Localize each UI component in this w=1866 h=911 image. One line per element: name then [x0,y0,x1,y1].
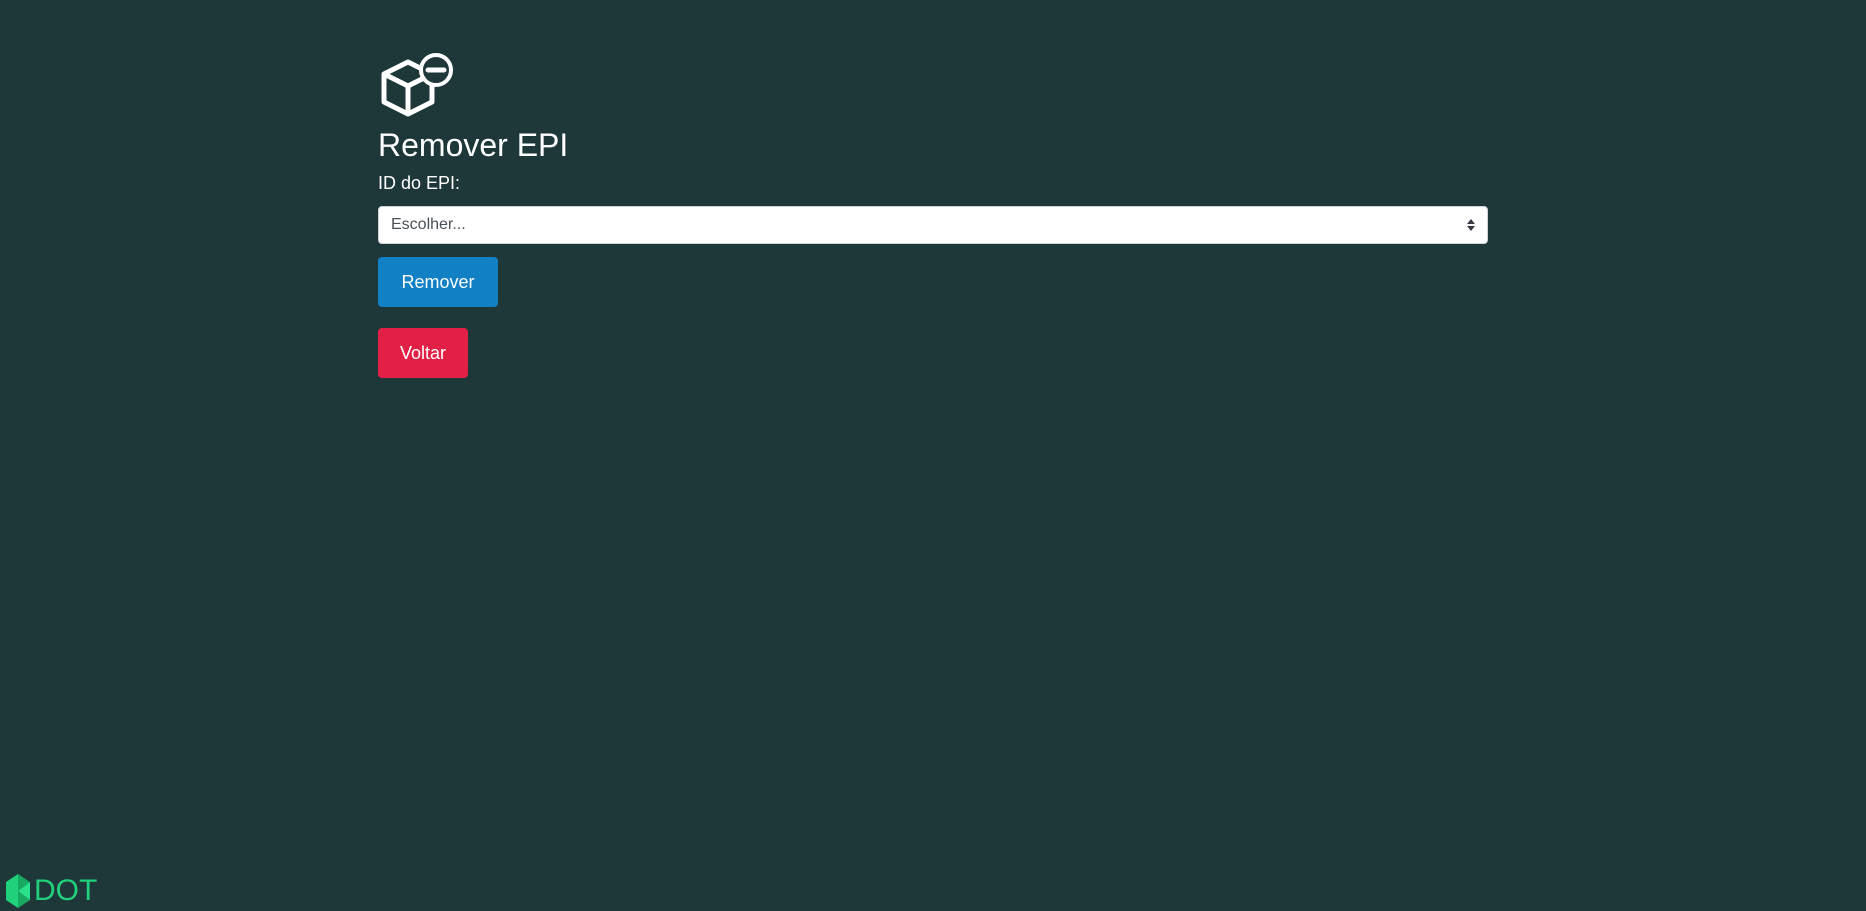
brand-logo: DOT [4,872,97,910]
epi-id-label: ID do EPI: [378,173,461,193]
logo-mark-icon [6,874,30,908]
back-button[interactable]: Voltar [378,328,468,378]
page: Remover EPI ID do EPI: Escolher... Remov… [0,0,1866,911]
select-arrows-icon [1467,219,1475,231]
page-title: Remover EPI [378,127,569,163]
remove-button[interactable]: Remover [378,257,498,307]
epi-id-select[interactable]: Escolher... [378,206,1488,244]
select-value: Escolher... [391,216,466,233]
logo-text: DOT [34,874,98,907]
remove-epi-form: Remover EPI ID do EPI: Escolher... Remov… [378,52,1488,378]
box-remove-icon [381,53,453,117]
